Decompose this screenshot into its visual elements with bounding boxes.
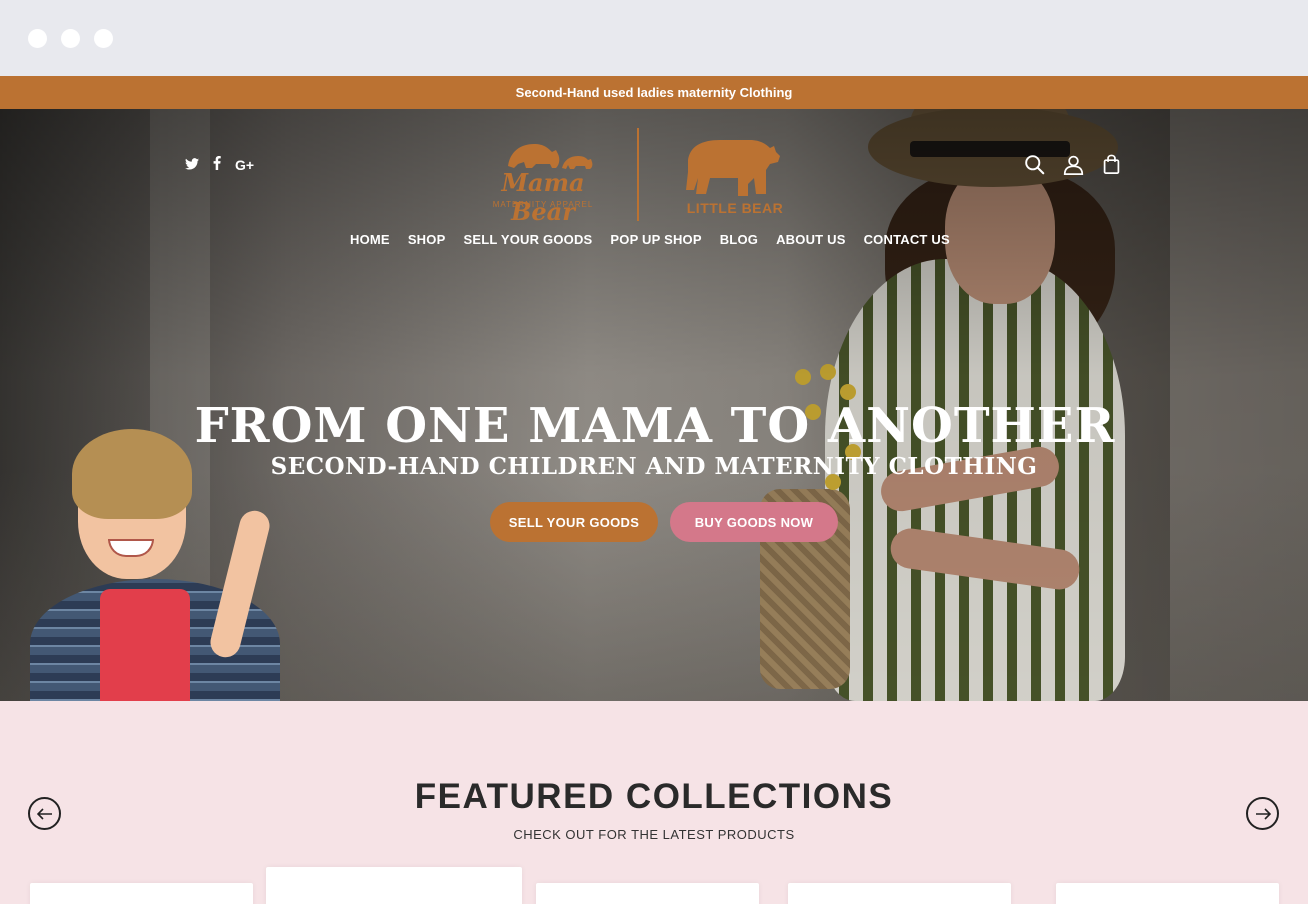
carousel-next-button[interactable] <box>1246 797 1279 830</box>
nav-pop-up-shop[interactable]: POP UP SHOP <box>610 232 701 247</box>
little-bear-text: LITTLE BEAR <box>686 200 784 216</box>
hero-subtitle: SECOND-HAND CHILDREN AND MATERNITY CLOTH… <box>270 453 1038 480</box>
announcement-text: Second-Hand used ladies maternity Clothi… <box>515 85 793 100</box>
arrow-right-icon <box>1255 807 1271 820</box>
nav-home[interactable]: HOME <box>350 232 390 247</box>
sell-your-goods-button[interactable]: SELL YOUR GOODS <box>490 502 658 542</box>
collection-card[interactable] <box>30 883 253 904</box>
featured-collections-section: FEATURED COLLECTIONS CHECK OUT FOR THE L… <box>0 701 1308 904</box>
collection-card[interactable] <box>536 883 759 904</box>
nav-about-us[interactable]: ABOUT US <box>776 232 846 247</box>
window-minimize-dot[interactable] <box>61 29 80 48</box>
nav-blog[interactable]: BLOG <box>720 232 758 247</box>
search-icon[interactable] <box>1024 154 1045 180</box>
collection-card[interactable] <box>266 867 522 904</box>
shopping-bag-icon[interactable] <box>1102 154 1121 180</box>
header-actions <box>1024 154 1121 180</box>
facebook-icon[interactable] <box>213 156 221 173</box>
collection-card[interactable] <box>788 883 1011 904</box>
social-links: G+ <box>185 156 254 173</box>
google-plus-icon[interactable]: G+ <box>235 157 254 173</box>
nav-shop[interactable]: SHOP <box>408 232 446 247</box>
nav-contact-us[interactable]: CONTACT US <box>864 232 950 247</box>
mama-bear-tagline: MATERNITY APPAREL <box>492 200 594 209</box>
user-icon[interactable] <box>1063 154 1084 180</box>
collection-card[interactable] <box>1056 883 1279 904</box>
mama-bear-logo[interactable]: Mama Bear MATERNITY APPAREL <box>478 138 608 226</box>
mama-bear-logo-text: Mama Bear <box>501 168 585 226</box>
featured-title: FEATURED COLLECTIONS <box>414 777 894 816</box>
featured-subtitle: CHECK OUT FOR THE LATEST PRODUCTS <box>513 827 795 842</box>
twitter-icon[interactable] <box>185 157 199 173</box>
logo-divider <box>637 128 639 221</box>
buy-goods-now-button[interactable]: BUY GOODS NOW <box>670 502 838 542</box>
window-maximize-dot[interactable] <box>94 29 113 48</box>
browser-chrome <box>0 0 1308 76</box>
hero-title: FROM ONE MAMA TO ANOTHER <box>194 398 1116 454</box>
window-close-dot[interactable] <box>28 29 47 48</box>
main-navigation: HOME SHOP SELL YOUR GOODS POP UP SHOP BL… <box>350 232 950 247</box>
announcement-bar: Second-Hand used ladies maternity Clothi… <box>0 76 1308 109</box>
nav-sell-your-goods[interactable]: SELL YOUR GOODS <box>463 232 592 247</box>
little-bear-logo[interactable]: LITTLE BEAR <box>680 138 790 218</box>
